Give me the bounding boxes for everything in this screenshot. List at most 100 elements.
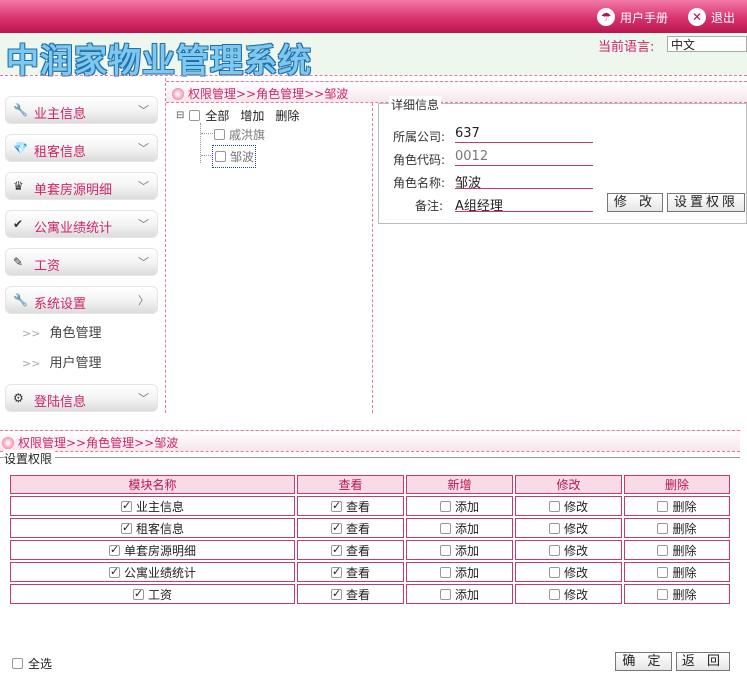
tree-node[interactable]: 戚洪旗 [214, 126, 265, 143]
sidebar-subitem-user-management[interactable]: >> 用户管理 [22, 352, 101, 371]
sidebar-item-owner-info[interactable]: 🔧 业主信息 ﹀ [5, 96, 158, 124]
sidebar-item-system-settings[interactable]: 🔧 系统设置 〉 [5, 286, 158, 314]
table-row: 工资 查看 添加 修改 删除 [10, 584, 730, 604]
chevron-right-icon: 〉 [138, 294, 149, 307]
language-select[interactable]: 中文 [667, 36, 747, 52]
section-title: 设置权限 [4, 450, 56, 467]
gear-icon: ⚙ [13, 391, 24, 405]
sidebar-item-login-info[interactable]: ⚙ 登陆信息 ﹀ [5, 384, 158, 412]
edit-checkbox[interactable] [548, 588, 560, 600]
double-chevron-icon: >> [22, 357, 41, 370]
gem-icon: 💎 [13, 141, 28, 155]
tree-node-checkbox[interactable] [214, 129, 225, 140]
add-checkbox[interactable] [439, 588, 451, 600]
table-header: 模块名称 查看 新增 修改 删除 [10, 475, 730, 494]
umbrella-icon: ☂ [597, 8, 615, 26]
table-row: 业主信息 查看 添加 修改 删除 [10, 496, 730, 516]
company-field[interactable]: 637 [455, 126, 593, 143]
select-all[interactable]: 全选 [12, 655, 52, 672]
tree-connector [201, 133, 213, 134]
wrench-icon: 🔧 [13, 103, 28, 117]
chevron-down-icon: ﹀ [138, 218, 149, 231]
table-row: 租客信息 查看 添加 修改 删除 [10, 518, 730, 538]
edit-checkbox[interactable] [548, 522, 560, 534]
breadcrumb-bar: 权限管理>>角色管理>>邹波 [166, 81, 747, 103]
set-permission-button[interactable]: 设置权限 [667, 193, 745, 212]
view-checkbox[interactable] [330, 587, 342, 600]
detail-legend: 详细信息 [389, 96, 442, 113]
breadcrumb: 权限管理>>角色管理>>邹波 [172, 85, 348, 102]
edit-button[interactable]: 修 改 [607, 193, 663, 212]
bullet-icon [172, 87, 184, 100]
add-checkbox[interactable] [439, 500, 451, 512]
tree-add-link[interactable]: 增加 [240, 107, 264, 124]
chevron-down-icon: ﹀ [138, 256, 149, 269]
breadcrumb: 权限管理>>角色管理>>邹波 [2, 434, 178, 451]
bullet-icon [2, 436, 14, 449]
user-manual-link[interactable]: ☂ 用户手册 [597, 8, 668, 26]
delete-checkbox[interactable] [657, 544, 669, 556]
sidebar-item-unit-details[interactable]: ♛ 单套房源明细 ﹀ [5, 172, 158, 200]
breadcrumb-bar-bottom: 权限管理>>角色管理>>邹波 [0, 430, 740, 452]
table-row: 单套房源明细 查看 添加 修改 删除 [10, 540, 730, 560]
edit-checkbox[interactable] [548, 566, 560, 578]
tree-root: ⊟ 全部 增加 删除 [176, 107, 300, 124]
permission-table: 模块名称 查看 新增 修改 删除 业主信息 查看 添加 修改 删除 租客信息 查… [8, 473, 732, 606]
module-checkbox[interactable] [120, 499, 132, 512]
role-tree: ⊟ 全部 增加 删除 戚洪旗 邹波 [172, 103, 373, 413]
logout-link[interactable]: ✕ 退出 [688, 8, 735, 26]
tree-delete-link[interactable]: 删除 [275, 107, 299, 124]
delete-checkbox[interactable] [657, 566, 669, 578]
select-all-checkbox[interactable] [12, 658, 23, 669]
chevron-down-icon: ﹀ [138, 180, 149, 193]
chevron-down-icon: ﹀ [138, 104, 149, 117]
module-checkbox[interactable] [120, 521, 132, 534]
delete-checkbox[interactable] [657, 522, 669, 534]
delete-checkbox[interactable] [657, 500, 669, 512]
wrench-icon: 🔧 [13, 293, 28, 307]
tree-node-selected[interactable]: 邹波 [212, 145, 257, 168]
sidebar-item-tenant-info[interactable]: 💎 租客信息 ﹀ [5, 134, 158, 162]
role-name-field[interactable]: 邹波 [455, 172, 593, 191]
remark-field[interactable]: A组经理 [455, 195, 593, 214]
crown-icon: ♛ [13, 179, 24, 193]
section-gap [0, 413, 747, 423]
close-icon: ✕ [688, 8, 706, 26]
chevron-down-icon: ﹀ [138, 392, 149, 405]
add-checkbox[interactable] [439, 522, 451, 534]
view-checkbox[interactable] [330, 543, 342, 556]
tree-node-checkbox[interactable] [215, 151, 226, 162]
edit-checkbox[interactable] [548, 544, 560, 556]
top-bar: ☂ 用户手册 ✕ 退出 [0, 0, 747, 33]
view-checkbox[interactable] [330, 521, 342, 534]
tree-connector [200, 123, 202, 163]
sidebar-item-salary[interactable]: ✎ 工资 ﹀ [5, 248, 158, 276]
role-code-field[interactable]: 0012 [455, 149, 593, 166]
sidebar-subitem-role-management[interactable]: >> 角色管理 [22, 322, 101, 341]
section-rule [0, 457, 740, 458]
header: 中润家物业管理系统 当前语言: 中文 [0, 33, 747, 80]
module-checkbox[interactable] [108, 565, 120, 578]
double-chevron-icon: >> [22, 327, 41, 340]
module-checkbox[interactable] [108, 543, 120, 556]
sidebar-item-apartment-stats[interactable]: ✔ 公寓业绩统计 ﹀ [5, 210, 158, 238]
detail-panel: 详细信息 所属公司: 637 角色代码: 0012 角色名称: 邹波 备注: A… [378, 96, 747, 224]
permission-section: 权限管理>>角色管理>>邹波 设置权限 模块名称 查看 新增 修改 删除 业主信… [0, 423, 747, 676]
back-button[interactable]: 返 回 [676, 652, 730, 671]
view-checkbox[interactable] [330, 499, 342, 512]
table-row: 公寓业绩统计 查看 添加 修改 删除 [10, 562, 730, 582]
collapse-icon[interactable]: ⊟ [176, 110, 184, 121]
delete-checkbox[interactable] [657, 588, 669, 600]
language-label: 当前语言: [598, 40, 655, 55]
view-checkbox[interactable] [330, 565, 342, 578]
confirm-button[interactable]: 确 定 [615, 652, 672, 671]
tree-root-checkbox[interactable] [189, 110, 201, 121]
module-checkbox[interactable] [132, 587, 144, 600]
header-divider [0, 75, 747, 77]
pencil-icon: ✎ [13, 255, 24, 269]
sidebar: 🔧 业主信息 ﹀ 💎 租客信息 ﹀ ♛ 单套房源明细 ﹀ ✔ 公寓业绩统计 ﹀ … [0, 78, 166, 413]
add-checkbox[interactable] [439, 544, 451, 556]
chevron-down-icon: ﹀ [138, 142, 149, 155]
add-checkbox[interactable] [439, 566, 451, 578]
edit-checkbox[interactable] [548, 500, 560, 512]
